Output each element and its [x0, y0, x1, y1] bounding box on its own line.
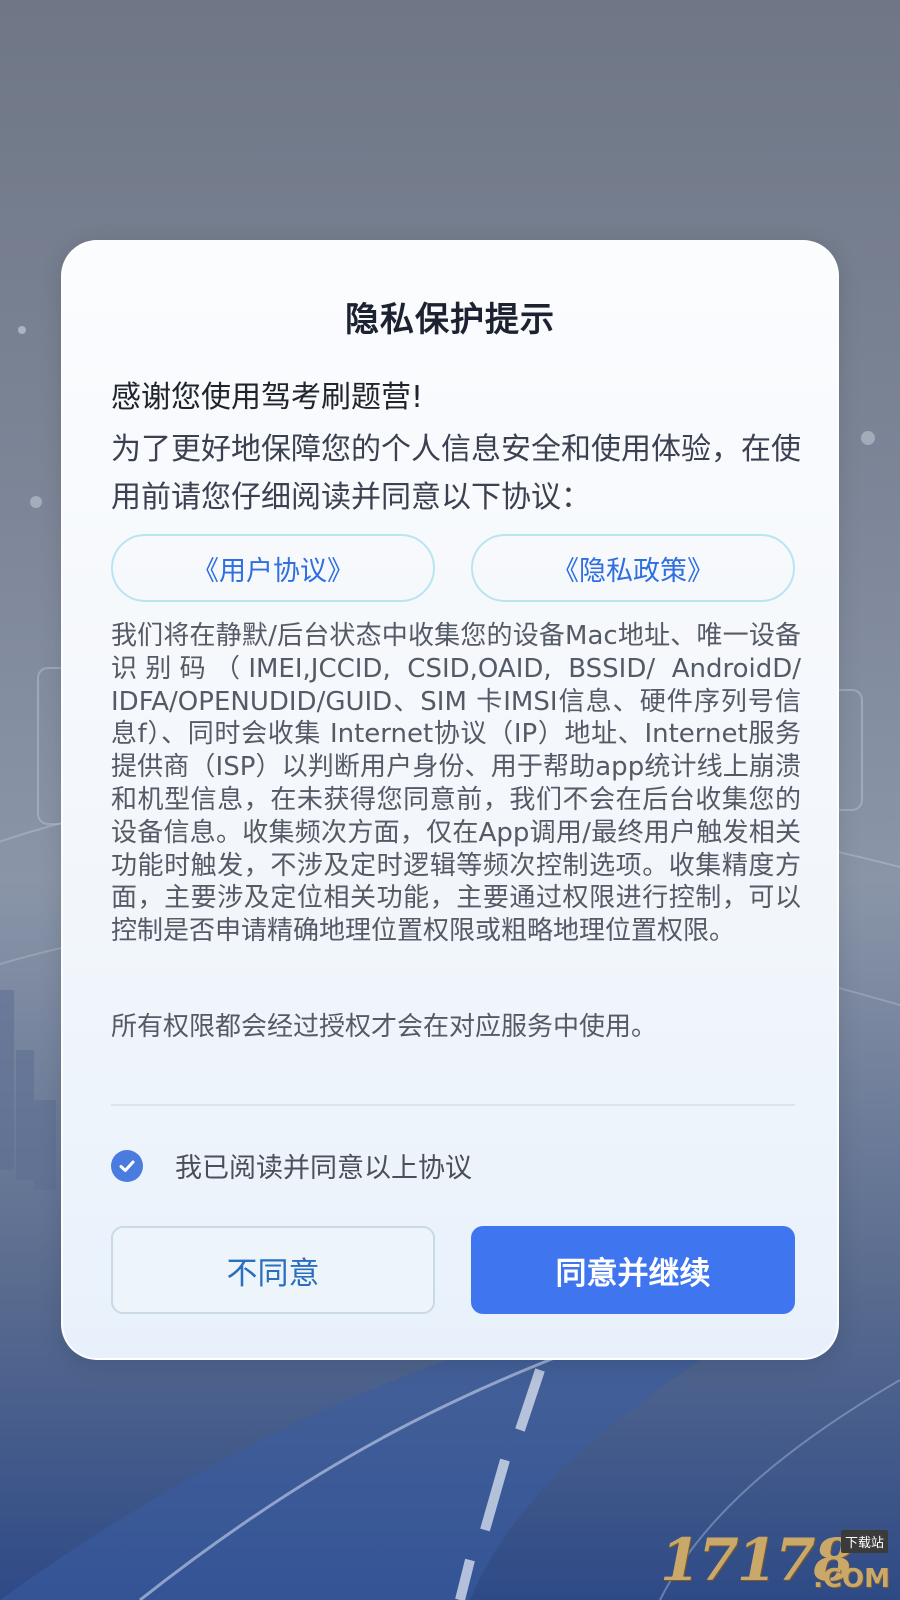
watermark-tag: 下载站	[840, 1530, 888, 1553]
site-watermark-logo: 17178 .COM 下载站	[660, 1526, 890, 1594]
user-agreement-link[interactable]: 《用户协议》	[111, 534, 435, 602]
privacy-dialog: 隐私保护提示 感谢您使用驾考刷题营! 为了更好地保障您的个人信息安全和使用体验，…	[61, 240, 839, 1360]
intro-text: 为了更好地保障您的个人信息安全和使用体验，在使用前请您仔细阅读并同意以下协议：	[111, 432, 801, 515]
watermark-domain: .COM	[813, 1564, 890, 1594]
check-icon[interactable]	[111, 1149, 143, 1182]
privacy-policy-link[interactable]: 《隐私政策》	[471, 534, 795, 602]
greeting-text: 感谢您使用驾考刷题营!	[111, 380, 424, 415]
dialog-title: 隐私保护提示	[345, 300, 555, 340]
divider	[111, 1104, 795, 1106]
agree-checkbox-label[interactable]: 我已阅读并同意以上协议	[175, 1146, 472, 1185]
agreement-links: 《用户协议》 《隐私政策》	[111, 534, 795, 602]
dialog-actions: 不同意 同意并继续	[111, 1226, 795, 1314]
agree-checkbox-row[interactable]: 我已阅读并同意以上协议	[111, 1146, 472, 1185]
disagree-button[interactable]: 不同意	[111, 1226, 435, 1314]
privacy-body-text: 我们将在静默/后台状态中收集您的设备Mac地址、唯一设备识别码（IMEI,JCC…	[111, 621, 801, 947]
permission-note: 所有权限都会经过授权才会在对应服务中使用。	[111, 1012, 658, 1042]
agree-continue-button[interactable]: 同意并继续	[471, 1226, 795, 1314]
